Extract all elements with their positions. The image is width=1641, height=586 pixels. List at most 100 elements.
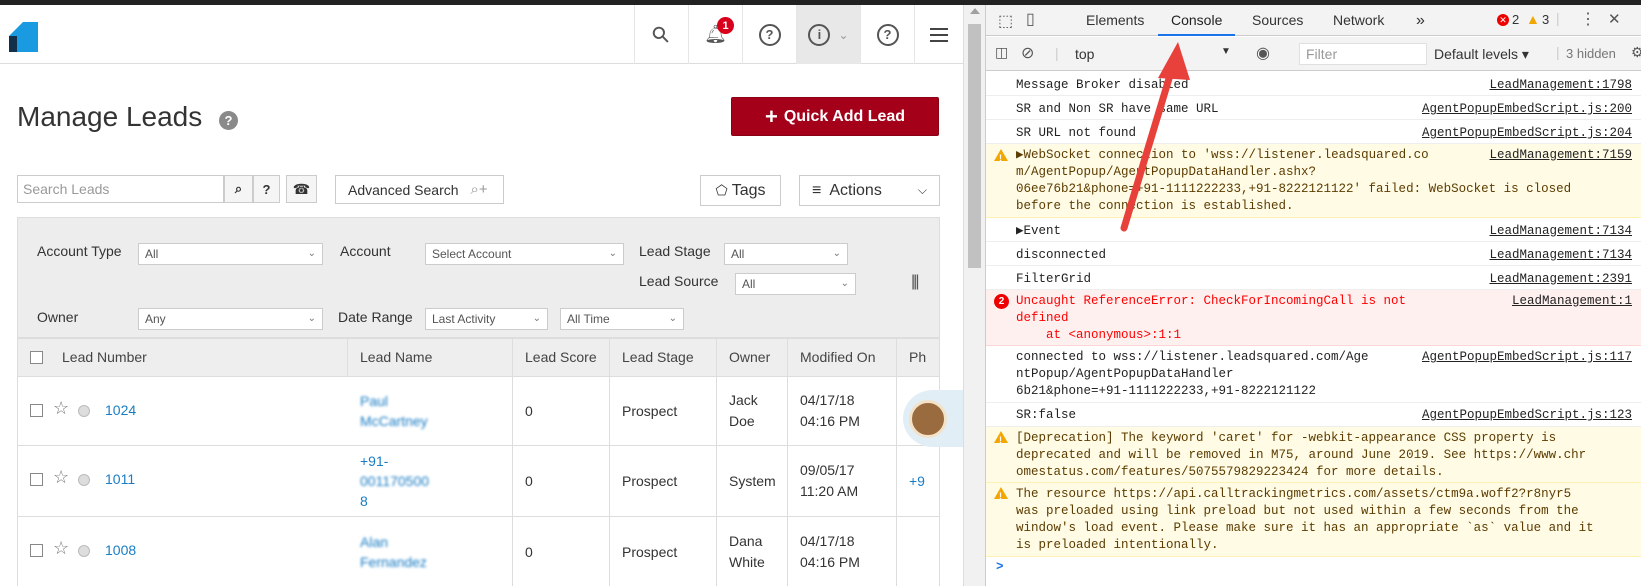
col-header-phone[interactable]: Ph xyxy=(897,339,939,376)
lead-name-line: 8 xyxy=(360,493,368,509)
date-range-label: Date Range xyxy=(338,309,413,325)
close-icon[interactable]: ✕ xyxy=(1608,10,1621,28)
source-link[interactable]: LeadManagement:7134 xyxy=(1485,247,1632,264)
search-submit-button[interactable]: ⌕ xyxy=(224,175,253,203)
search-leads-input[interactable]: Search Leads xyxy=(17,175,224,203)
kebab-menu-icon[interactable]: ⋮ xyxy=(1580,9,1596,29)
source-link[interactable]: AgentPopupEmbedScript.js:204 xyxy=(1418,125,1632,142)
row-checkbox[interactable] xyxy=(30,473,43,486)
table-row[interactable]: ☆ 1008 Alan Fernandez 0 Prospect Dana Wh… xyxy=(18,516,939,586)
tab-elements[interactable]: Elements xyxy=(1086,5,1144,36)
tab-console[interactable]: Console xyxy=(1158,5,1236,36)
actions-label: Actions xyxy=(829,181,882,199)
device-toolbar-icon[interactable]: ▯ xyxy=(1026,9,1035,29)
nav-notifications-button[interactable]: 🔔︎ 1 xyxy=(688,5,742,64)
nav-profile-button[interactable]: i ⌄ xyxy=(796,5,860,64)
console-prompt[interactable]: > xyxy=(996,559,1004,576)
source-link[interactable]: LeadManagement:1 xyxy=(1507,293,1632,310)
quick-add-lead-button[interactable]: + Quick Add Lead xyxy=(731,97,939,136)
lead-stage-value: All xyxy=(731,247,745,261)
star-icon[interactable]: ☆ xyxy=(53,467,69,488)
search-help-button[interactable]: ? xyxy=(253,175,280,203)
lead-name-line: Fernandez xyxy=(360,554,427,570)
owner-label: Owner xyxy=(37,309,79,325)
app-logo[interactable] xyxy=(9,22,38,52)
col-header-lead-stage[interactable]: Lead Stage xyxy=(610,339,717,376)
col-header-modified-on[interactable]: Modified On xyxy=(788,339,897,376)
tab-sources[interactable]: Sources xyxy=(1252,5,1303,36)
advanced-search-button[interactable]: Advanced Search ⌕+ xyxy=(335,175,504,204)
star-icon[interactable]: ☆ xyxy=(53,398,69,419)
sidebar-toggle-icon[interactable]: ◫ xyxy=(995,44,1008,61)
nav-help2-button[interactable]: ? xyxy=(860,5,914,64)
chevron-down-icon: ⌄ xyxy=(840,278,849,289)
chat-widget-button[interactable] xyxy=(903,390,963,447)
phone-cell[interactable]: +9 xyxy=(897,446,939,516)
table-row[interactable]: ☆ 1011 +91- 001170500 8 0 Prospect Syste… xyxy=(18,445,939,516)
owner-value: Any xyxy=(145,312,166,326)
scrollbar-thumb[interactable] xyxy=(968,24,981,268)
source-link[interactable]: LeadManagement:7134 xyxy=(1485,223,1632,240)
source-link[interactable]: AgentPopupEmbedScript.js:200 xyxy=(1418,101,1632,118)
actions-dropdown[interactable]: ≡ Actions ⌵ xyxy=(799,175,940,206)
error-count[interactable]: 2 xyxy=(1512,12,1519,27)
source-link[interactable]: LeadManagement:2391 xyxy=(1485,271,1632,288)
lead-number-link[interactable]: 1024 xyxy=(105,402,136,418)
inspect-element-icon[interactable]: ⬚ xyxy=(998,11,1013,31)
lead-name-cell[interactable]: +91- 001170500 8 xyxy=(348,446,513,516)
col-header-lead-number[interactable]: Lead Number xyxy=(18,339,348,376)
scroll-up-arrow-icon[interactable] xyxy=(970,8,980,14)
help-circle-icon: ? xyxy=(758,23,781,46)
clear-console-icon[interactable]: ⊘ xyxy=(1021,43,1034,63)
eye-icon[interactable]: ◉ xyxy=(1256,43,1270,63)
source-link[interactable]: AgentPopupEmbedScript.js:123 xyxy=(1418,407,1632,424)
date-range-select[interactable]: Last Activity ⌄ xyxy=(425,308,548,330)
owner-select[interactable]: Any ⌄ xyxy=(138,308,323,330)
lead-name-cell[interactable]: Paul McCartney xyxy=(348,377,513,445)
page-scrollbar[interactable] xyxy=(963,5,985,586)
console-filter-input[interactable]: Filter xyxy=(1299,43,1427,65)
modified-on-cell: 04/17/18 04:16 PM xyxy=(788,377,897,445)
account-type-select[interactable]: All ⌄ xyxy=(138,243,323,265)
quick-filter-button[interactable]: ☎ xyxy=(286,175,317,203)
lead-number-link[interactable]: 1011 xyxy=(105,471,135,487)
source-link[interactable]: LeadManagement:7159 xyxy=(1485,147,1632,164)
lead-stage-cell: Prospect xyxy=(610,377,717,445)
col-header-lead-name[interactable]: Lead Name xyxy=(348,339,513,376)
nav-menu-button[interactable] xyxy=(914,5,963,64)
time-period-select[interactable]: All Time ⌄ xyxy=(560,308,684,330)
select-all-checkbox[interactable] xyxy=(30,351,43,364)
warning-count[interactable]: 3 xyxy=(1542,12,1549,27)
help-icon[interactable]: ? xyxy=(219,111,238,130)
col-header-owner[interactable]: Owner xyxy=(717,339,788,376)
lead-source-select[interactable]: All ⌄ xyxy=(735,273,856,295)
chevron-down-icon: ⌄ xyxy=(307,313,316,324)
lead-name-line: Alan xyxy=(360,534,389,550)
account-select[interactable]: Select Account ⌄ xyxy=(425,243,624,265)
console-message: Message Broker disabled LeadManagement:17… xyxy=(986,72,1641,96)
lead-name-line: +91- xyxy=(360,453,389,469)
table-row[interactable]: ☆ 1024 Paul McCartney 0 Prospect Jack Do… xyxy=(18,376,939,445)
tags-button[interactable]: ⬠ Tags xyxy=(700,175,781,206)
hidden-count[interactable]: 3 hidden xyxy=(1566,46,1616,61)
status-dot-icon xyxy=(78,405,90,417)
divider: | xyxy=(1055,45,1059,61)
lead-score-cell: 0 xyxy=(513,446,610,516)
column-chooser-icon[interactable]: ||| xyxy=(911,273,920,291)
tab-network[interactable]: Network xyxy=(1333,5,1384,36)
row-checkbox[interactable] xyxy=(30,404,43,417)
row-checkbox[interactable] xyxy=(30,544,43,557)
log-levels-dropdown[interactable]: Default levels ▾ xyxy=(1434,46,1529,63)
lead-stage-select[interactable]: All ⌄ xyxy=(724,243,848,265)
source-link[interactable]: LeadManagement:1798 xyxy=(1485,77,1632,94)
nav-search-button[interactable]: ⚲ xyxy=(634,5,688,64)
lead-number-link[interactable]: 1008 xyxy=(105,542,136,558)
col-header-lead-score[interactable]: Lead Score xyxy=(513,339,610,376)
settings-gear-icon[interactable]: ⚙ xyxy=(1631,44,1641,61)
more-tabs-button[interactable]: » xyxy=(1416,5,1425,36)
star-icon[interactable]: ☆ xyxy=(53,538,69,559)
lead-name-cell[interactable]: Alan Fernandez xyxy=(348,517,513,586)
source-link[interactable]: AgentPopupEmbedScript.js:117 xyxy=(1418,349,1632,366)
nav-help-button[interactable]: ? xyxy=(742,5,796,64)
context-select[interactable]: top xyxy=(1075,46,1094,62)
